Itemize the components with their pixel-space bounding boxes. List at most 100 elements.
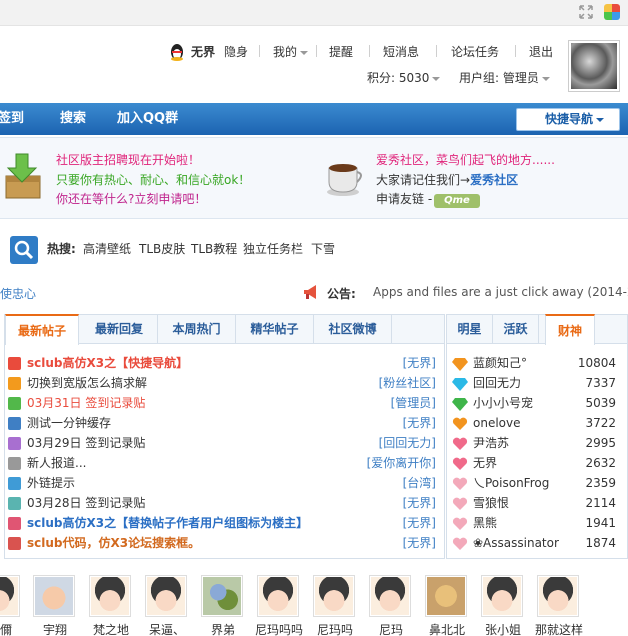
search-button[interactable] bbox=[10, 236, 38, 264]
rich-row[interactable]: 蓝颜知己° 10804 bbox=[452, 353, 620, 373]
member-avatar[interactable] bbox=[537, 575, 579, 617]
member-name[interactable]: 尼玛吗 bbox=[317, 621, 353, 636]
post-row[interactable]: 03月28日 签到记录贴 [无界] bbox=[8, 493, 436, 513]
hot-word[interactable]: 独立任务栏 bbox=[243, 241, 303, 257]
member-avatar[interactable] bbox=[257, 575, 299, 617]
post-forum[interactable]: [粉丝社区] bbox=[379, 373, 436, 393]
rich-user-name[interactable]: 蓝颜知己° bbox=[473, 356, 527, 370]
post-row[interactable]: sclub高仿X3之【替换帖子作者用户组图标为楼主】 [无界] bbox=[8, 513, 436, 533]
post-forum[interactable]: [无界] bbox=[403, 493, 436, 513]
member-avatar[interactable] bbox=[201, 575, 243, 617]
announce-text[interactable]: Apps and files are a just click away (20… bbox=[373, 285, 628, 299]
nav-join-qq-group[interactable]: 加入QQ群 bbox=[117, 103, 178, 135]
rich-user-name[interactable]: ❀Assassinator bbox=[473, 536, 559, 550]
tab-featured[interactable]: 精华帖子 bbox=[236, 314, 314, 344]
points-menu[interactable]: 积分: 5030 bbox=[367, 70, 441, 86]
tab-latest-posts[interactable]: 最新帖子 bbox=[5, 314, 79, 345]
member-name[interactable]: 那就这样 bbox=[535, 621, 583, 636]
tab-active[interactable]: 活跃 bbox=[493, 314, 539, 344]
post-forum[interactable]: [无界] bbox=[403, 353, 436, 373]
post-row[interactable]: sclub代码，仿X3论坛搜索框。 [无界] bbox=[8, 533, 436, 553]
nav-checkin[interactable]: 签到 bbox=[0, 103, 24, 135]
hot-word[interactable]: TLB皮肤 bbox=[139, 241, 185, 257]
tasks-link[interactable]: 论坛任务 bbox=[451, 44, 499, 60]
post-forum[interactable]: [无界] bbox=[403, 513, 436, 533]
member-avatar[interactable] bbox=[425, 575, 467, 617]
member-name[interactable]: 梵之地 bbox=[93, 621, 129, 636]
member-name[interactable]: 冫儞 bbox=[0, 621, 12, 636]
post-forum[interactable]: [无界] bbox=[403, 413, 436, 433]
post-title[interactable]: 切换到宽版怎么搞求解 bbox=[27, 376, 147, 390]
post-forum[interactable]: [回回无力] bbox=[379, 433, 436, 453]
post-row[interactable]: 切换到宽版怎么搞求解 [粉丝社区] bbox=[8, 373, 436, 393]
rich-user-name[interactable]: 黑熊 bbox=[473, 516, 497, 530]
nav-search[interactable]: 搜索 bbox=[60, 103, 86, 135]
rich-row[interactable]: 乀PoisonFrog 2359 bbox=[452, 473, 620, 493]
member-name[interactable]: 张小姐 bbox=[485, 621, 521, 636]
color-theme-icon[interactable] bbox=[604, 4, 620, 20]
rich-user-name[interactable]: 回回无力 bbox=[473, 376, 521, 390]
hot-word[interactable]: TLB教程 bbox=[191, 241, 237, 257]
post-title[interactable]: sclub高仿X3之【替换帖子作者用户组图标为楼主】 bbox=[27, 516, 308, 530]
post-forum[interactable]: [无界] bbox=[403, 533, 436, 553]
post-forum[interactable]: [台湾] bbox=[403, 473, 436, 493]
post-row[interactable]: 03月31日 签到记录贴 [管理员] bbox=[8, 393, 436, 413]
member-name[interactable]: 鼻北北 bbox=[429, 621, 465, 636]
post-title[interactable]: 03月29日 签到记录贴 bbox=[27, 436, 145, 450]
member-avatar[interactable] bbox=[89, 575, 131, 617]
my-menu[interactable]: 我的 bbox=[273, 44, 309, 60]
post-title[interactable]: 新人报道... bbox=[27, 456, 86, 470]
member-avatar[interactable] bbox=[145, 575, 187, 617]
rich-row[interactable]: 黑熊 1941 bbox=[452, 513, 620, 533]
member-name[interactable]: 尼玛吗吗 bbox=[255, 621, 303, 636]
qme-badge[interactable]: Qme bbox=[434, 194, 480, 208]
rich-user-name[interactable]: 无界 bbox=[473, 456, 497, 470]
post-row[interactable]: 测试一分钟缓存 [无界] bbox=[8, 413, 436, 433]
username[interactable]: 无界 bbox=[191, 44, 215, 60]
tab-community-weibo[interactable]: 社区微博 bbox=[314, 314, 392, 344]
tab-stars[interactable]: 明星 bbox=[447, 314, 493, 344]
member-avatar[interactable] bbox=[481, 575, 523, 617]
post-forum[interactable]: [管理员] bbox=[391, 393, 436, 413]
post-title[interactable]: 03月28日 签到记录贴 bbox=[27, 496, 145, 510]
stealth-link[interactable]: 隐身 bbox=[224, 44, 248, 60]
rich-user-name[interactable]: 小小小号宠 bbox=[473, 396, 533, 410]
member-name[interactable]: 呆逼、 bbox=[149, 621, 185, 636]
rich-user-name[interactable]: onelove bbox=[473, 416, 521, 430]
member-name[interactable]: 宇翔 bbox=[43, 621, 67, 636]
post-title[interactable]: 外链提示 bbox=[27, 476, 75, 490]
hot-word[interactable]: 高清壁纸 bbox=[83, 241, 131, 257]
banner-right-link[interactable]: 爱秀社区 bbox=[470, 173, 518, 187]
rich-row[interactable]: 尹浩苏 2995 bbox=[452, 433, 620, 453]
member-avatar[interactable] bbox=[369, 575, 411, 617]
rich-user-name[interactable]: 雪狼恨 bbox=[473, 496, 509, 510]
rich-row[interactable]: 无界 2632 bbox=[452, 453, 620, 473]
tab-rich[interactable]: 财神 bbox=[545, 314, 595, 345]
post-row[interactable]: sclub高仿X3之【快捷导航】 [无界] bbox=[8, 353, 436, 373]
rich-row[interactable]: 小小小号宠 5039 bbox=[452, 393, 620, 413]
rich-row[interactable]: onelove 3722 bbox=[452, 413, 620, 433]
usergroup-menu[interactable]: 用户组: 管理员 bbox=[459, 70, 550, 86]
remind-link[interactable]: 提醒 bbox=[329, 44, 353, 60]
post-title[interactable]: 03月31日 签到记录贴 bbox=[27, 396, 145, 410]
user-avatar[interactable] bbox=[568, 40, 620, 92]
post-row[interactable]: 外链提示 [台湾] bbox=[8, 473, 436, 493]
member-name[interactable]: 尼玛 bbox=[379, 621, 403, 636]
pm-link[interactable]: 短消息 bbox=[383, 44, 419, 60]
post-row[interactable]: 新人报道... [爱你离开你] bbox=[8, 453, 436, 473]
member-avatar[interactable] bbox=[313, 575, 355, 617]
post-title[interactable]: 测试一分钟缓存 bbox=[27, 416, 111, 430]
rich-row[interactable]: 回回无力 7337 bbox=[452, 373, 620, 393]
logout-link[interactable]: 退出 bbox=[529, 44, 553, 60]
post-forum[interactable]: [爱你离开你] bbox=[367, 453, 436, 473]
rich-user-name[interactable]: 尹浩苏 bbox=[473, 436, 509, 450]
tab-weekly-hot[interactable]: 本周热门 bbox=[158, 314, 236, 344]
post-row[interactable]: 03月29日 签到记录贴 [回回无力] bbox=[8, 433, 436, 453]
rich-user-name[interactable]: 乀PoisonFrog bbox=[473, 476, 549, 490]
rich-row[interactable]: ❀Assassinator 1874 bbox=[452, 533, 620, 553]
expand-icon[interactable] bbox=[578, 4, 594, 20]
tab-latest-replies[interactable]: 最新回复 bbox=[81, 314, 158, 344]
member-avatar[interactable] bbox=[0, 575, 20, 617]
banner-right-line-3[interactable]: 申请友链 - bbox=[376, 191, 432, 208]
hot-word[interactable]: 下雪 bbox=[311, 241, 335, 257]
